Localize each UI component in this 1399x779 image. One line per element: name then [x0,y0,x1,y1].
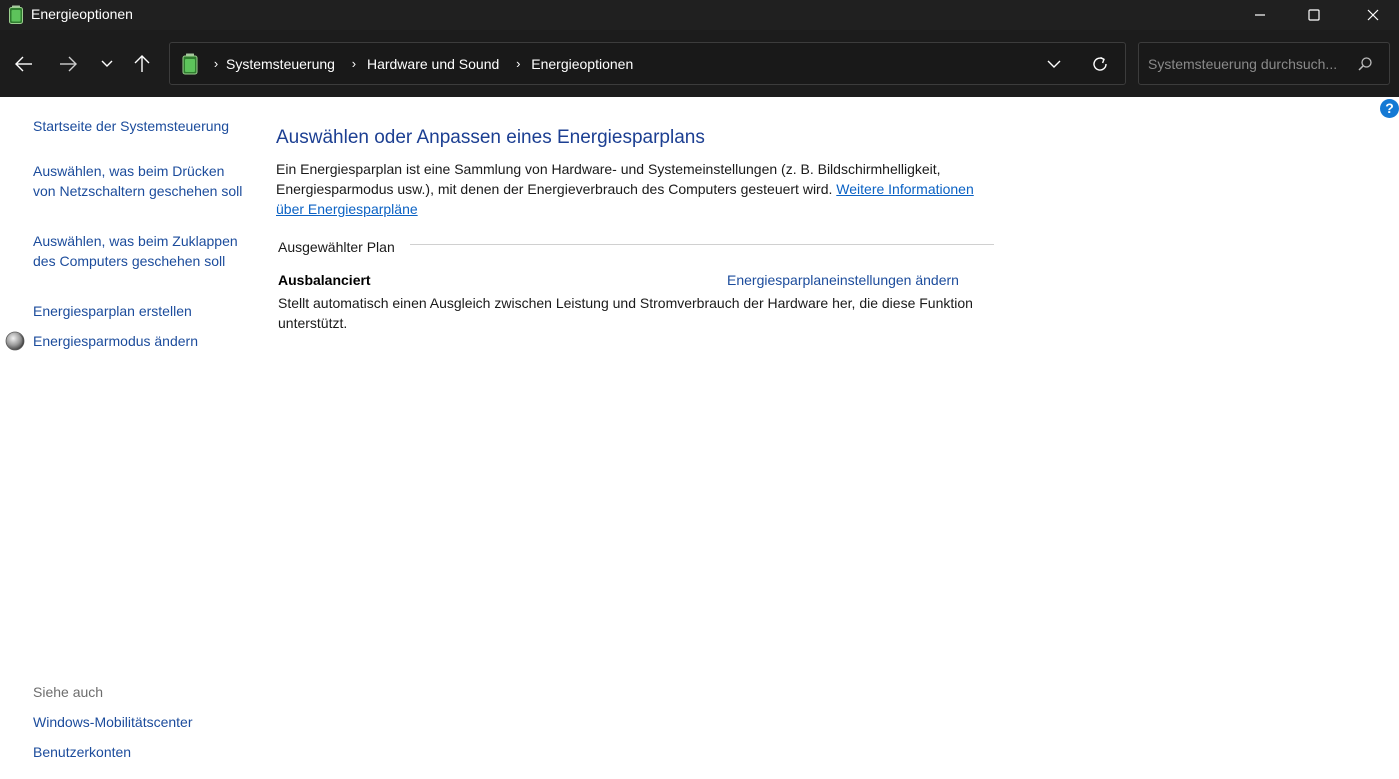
plan-name: Ausbalanciert [278,272,371,288]
close-button[interactable] [1350,0,1396,30]
page-title: Auswählen oder Anpassen eines Energiespa… [276,127,705,148]
plan-settings-link[interactable]: Energiesparplaneinstellungen ändern [727,270,959,290]
help-icon[interactable]: ? [1380,99,1399,118]
breadcrumb: › Systemsteuerung › Hardware und Sound ›… [208,43,637,84]
sidebar-link-mobility-center[interactable]: Windows-Mobilitätscenter [33,712,248,732]
recent-locations-button[interactable] [93,50,121,78]
intro-text: Ein Energiesparplan ist eine Sammlung vo… [276,159,996,219]
chevron-down-icon [1047,60,1061,68]
breadcrumb-item-energieoptionen[interactable]: Energieoptionen [531,56,637,72]
battery-icon [182,53,198,75]
breadcrumb-item-systemsteuerung[interactable]: Systemsteuerung [226,56,339,72]
chevron-right-icon[interactable]: › [509,56,527,71]
address-bar[interactable]: › Systemsteuerung › Hardware und Sound ›… [169,42,1126,85]
sidebar-link-sleep-mode[interactable]: Energiesparmodus ändern [33,331,248,351]
sidebar-link-user-accounts[interactable]: Benutzerkonten [33,742,248,762]
chevron-right-icon[interactable]: › [345,56,363,71]
close-icon [1367,9,1379,21]
sidebar-link-home[interactable]: Startseite der Systemsteuerung [33,116,248,136]
up-button[interactable] [128,50,156,78]
back-button[interactable] [10,50,38,78]
maximize-icon [1308,9,1320,21]
minimize-icon [1255,14,1265,16]
search-input[interactable] [1140,44,1340,83]
navigation-bar: › Systemsteuerung › Hardware und Sound ›… [0,30,1399,97]
section-divider [410,244,994,245]
see-also-heading: Siehe auch [33,684,104,700]
title-bar: Energieoptionen [0,0,1399,30]
refresh-button[interactable] [1088,53,1112,75]
sidebar-link-power-buttons[interactable]: Auswählen, was beim Drücken von Netzscha… [33,161,248,201]
address-history-button[interactable] [1042,54,1066,74]
refresh-icon [1093,56,1107,71]
plan-description: Stellt automatisch einen Ausgleich zwisc… [278,295,973,331]
battery-icon [9,5,23,24]
minimize-button[interactable] [1237,0,1283,30]
selected-plan-label: Ausgewählter Plan [278,239,395,255]
maximize-button[interactable] [1291,0,1337,30]
forward-button[interactable] [54,50,82,78]
arrow-left-icon [15,56,32,72]
sidebar-link-create-plan[interactable]: Energiesparplan erstellen [33,301,248,321]
breadcrumb-item-hardware-und-sound[interactable]: Hardware und Sound [367,56,503,72]
window-title: Energieoptionen [31,6,133,22]
sleep-moon-icon [5,331,25,351]
search-icon[interactable] [1357,56,1373,72]
arrow-up-icon [134,55,150,72]
chevron-down-icon [101,60,113,67]
arrow-right-icon [60,56,77,72]
chevron-right-icon: › [213,56,219,71]
sidebar-link-lid-close[interactable]: Auswählen, was beim Zuklappen des Comput… [33,231,248,271]
search-box[interactable] [1138,42,1390,85]
